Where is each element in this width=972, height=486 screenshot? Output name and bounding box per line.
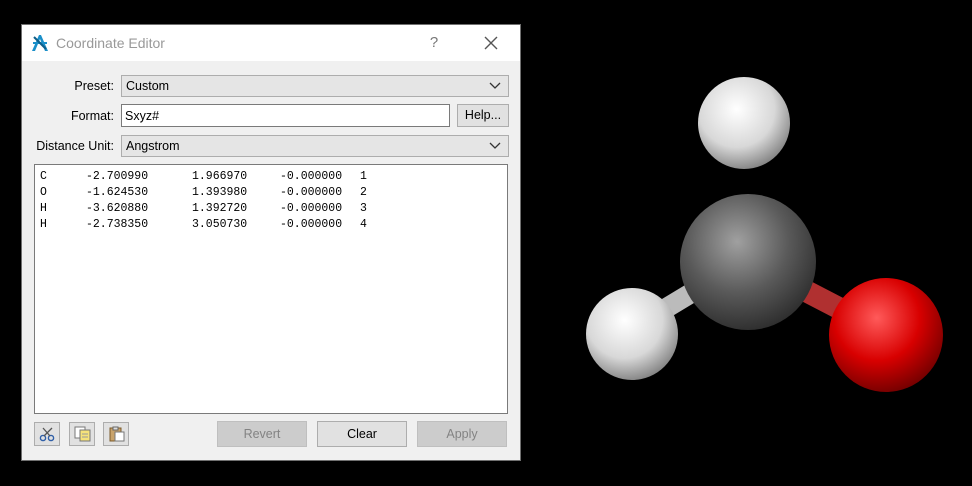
hydrogen-atom [586, 288, 678, 380]
coordinate-line: H -2.738350 3.050730 -0.000000 4 [40, 218, 367, 231]
coordinate-line: O -1.624530 1.393980 -0.000000 2 [40, 186, 367, 199]
chevron-down-icon [489, 82, 501, 89]
distance-unit-label: Distance Unit: [36, 139, 114, 153]
carbon-atom [680, 194, 816, 330]
close-icon[interactable] [478, 30, 504, 56]
format-input[interactable]: Sxyz# [121, 104, 450, 127]
copy-icon [74, 426, 91, 442]
molecule-viewport[interactable] [560, 60, 960, 420]
hydrogen-atom [698, 77, 790, 169]
oxygen-atom [829, 278, 943, 392]
paste-icon [109, 426, 125, 442]
copy-button[interactable] [69, 422, 95, 446]
window-title: Coordinate Editor [56, 35, 165, 51]
help-title-button[interactable]: ? [427, 34, 441, 51]
preset-select[interactable]: Custom [121, 75, 509, 97]
cut-button[interactable] [34, 422, 60, 446]
title-bar: Coordinate Editor ? [22, 25, 520, 61]
revert-button[interactable]: Revert [217, 421, 307, 447]
coordinate-line: H -3.620880 1.392720 -0.000000 3 [40, 202, 367, 215]
format-value: Sxyz# [125, 109, 160, 123]
apply-button[interactable]: Apply [417, 421, 507, 447]
cut-icon [39, 427, 55, 442]
preset-label: Preset: [74, 79, 114, 93]
chevron-down-icon [489, 142, 501, 149]
paste-button[interactable] [103, 422, 129, 446]
avogadro-icon [32, 35, 48, 51]
preset-value: Custom [126, 79, 170, 93]
format-label: Format: [70, 109, 114, 123]
coordinate-line: C -2.700990 1.966970 -0.000000 1 [40, 170, 367, 183]
clear-button[interactable]: Clear [317, 421, 407, 447]
coordinate-editor-dialog: Coordinate Editor ? Preset: Custom Forma… [21, 24, 521, 461]
help-button[interactable]: Help... [457, 104, 509, 127]
distance-unit-select[interactable]: Angstrom [121, 135, 509, 157]
coordinates-text-area[interactable]: C -2.700990 1.966970 -0.000000 1 O -1.624530 1… [34, 164, 508, 414]
distance-unit-value: Angstrom [126, 139, 180, 153]
